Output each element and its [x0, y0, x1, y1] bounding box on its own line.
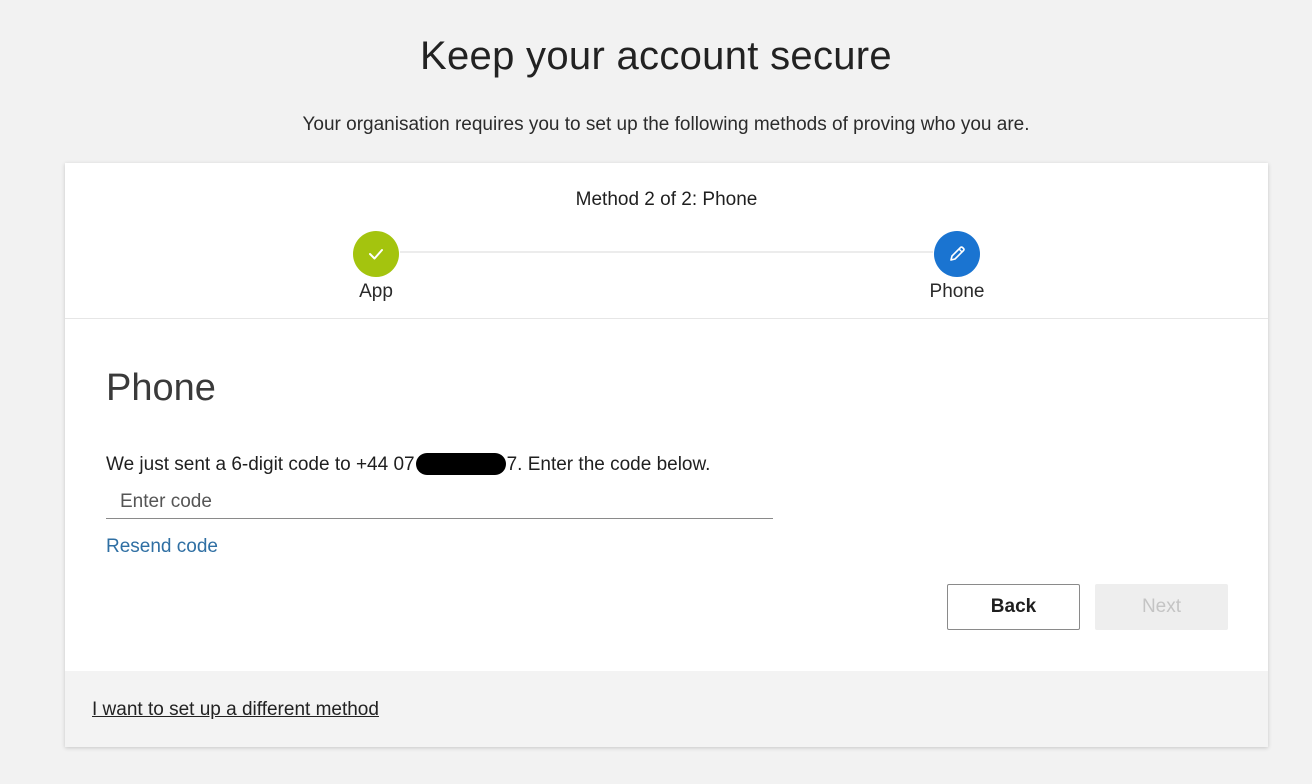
next-button[interactable]: Next	[1095, 584, 1228, 630]
step-app-label: App	[359, 281, 393, 302]
pencil-icon	[934, 231, 980, 277]
code-input[interactable]	[106, 485, 773, 519]
phone-content: Phone We just sent a 6-digit code to +44…	[65, 319, 1268, 671]
different-method-link[interactable]: I want to set up a different method	[92, 699, 379, 721]
back-button[interactable]: Back	[947, 584, 1080, 630]
code-instruction: We just sent a 6-digit code to +44 07 7. …	[106, 453, 710, 476]
page-title: Keep your account secure	[420, 34, 892, 78]
progress-line	[400, 251, 933, 253]
progress-section: Method 2 of 2: Phone App Phone	[65, 163, 1268, 319]
footer: I want to set up a different method	[65, 671, 1268, 747]
setup-card: Method 2 of 2: Phone App Phone Phone We …	[65, 163, 1268, 747]
page-subtitle: Your organisation requires you to set up…	[302, 114, 1030, 135]
method-label: Method 2 of 2: Phone	[575, 189, 758, 210]
step-app: App	[316, 231, 436, 303]
page: Keep your account secure Your organisati…	[0, 0, 1312, 784]
resend-code-link[interactable]: Resend code	[106, 536, 218, 558]
section-title: Phone	[106, 367, 216, 409]
redaction-mark	[415, 453, 506, 475]
instruction-suffix: 7. Enter the code below.	[506, 454, 711, 475]
step-phone-label: Phone	[929, 281, 985, 302]
checkmark-icon	[353, 231, 399, 277]
step-phone: Phone	[897, 231, 1017, 303]
instruction-prefix: We just sent a 6-digit code to +44 07	[106, 454, 415, 475]
